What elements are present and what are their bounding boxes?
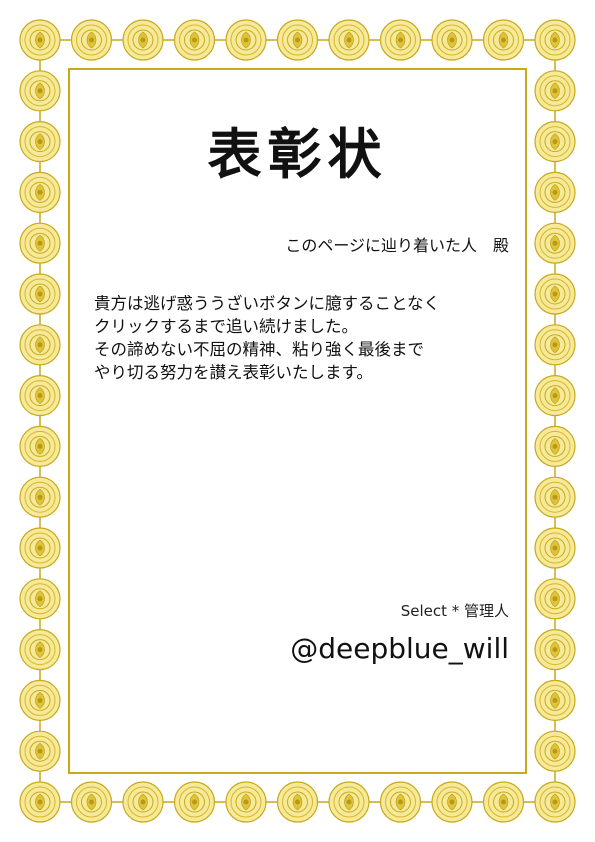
border-ornament [19,70,61,112]
border-ornament [70,781,113,823]
border-ornament [19,527,61,569]
border-ornament [19,324,61,366]
border-ornament [431,19,473,61]
border-ornament [328,19,370,61]
border-ornament [328,781,370,823]
body-line: やり切る努力を讃え表彰いたします。 [94,363,373,382]
body-line: クリックするまで追い続けました。 [94,317,358,336]
border-ornament [19,781,61,823]
border-ornament [534,730,576,772]
signer-handle: @deepblue_will [290,632,509,665]
border-ornament [379,781,422,823]
border-ornament [19,19,61,61]
border-ornament [276,781,319,823]
body-line: その諦めない不屈の精神、粘り強く最後まで [94,340,424,359]
border-ornament [534,324,576,366]
border-ornament [173,19,216,61]
border-ornament [379,19,422,61]
border-ornament [534,273,576,315]
border-ornament [19,730,61,772]
certificate: 表彰状 このページに辿り着いた人 殿 貴方は逃げ惑ううざいボタンに臆することなく… [0,0,595,842]
border-ornament [534,578,576,620]
border-ornament [482,19,525,61]
recipient-line: このページに辿り着いた人 殿 [285,236,509,255]
body-line: 貴方は逃げ惑ううざいボタンに臆することなく [94,294,441,313]
border-ornament [19,273,61,315]
signer-role: Select * 管理人 [400,602,509,620]
border-ornament [534,476,576,518]
border-ornament [122,781,164,823]
border-ornament [19,476,61,518]
certificate-body: 貴方は逃げ惑ううざいボタンに臆することなく クリックするまで追い続けました。 そ… [94,292,514,384]
certificate-title: 表彰状 [207,122,388,186]
border-ornament [534,70,576,112]
border-ornament [534,19,576,61]
border-ornament [225,19,267,61]
border-ornament [122,19,164,61]
border-ornament [19,679,61,722]
border-ornament [225,781,267,823]
border-ornament [534,781,576,823]
border-ornament [19,628,61,671]
border-ornament [482,781,525,823]
border-ornament [70,19,113,61]
border-ornament [431,781,473,823]
border-ornament [19,222,61,264]
border-ornament [534,527,576,569]
border-ornament [534,222,576,264]
border-ornament [19,578,61,620]
border-ornament [534,375,576,417]
border-ornament [534,425,576,467]
border-ornament [276,19,319,61]
border-ornament [19,425,61,467]
border-ornament [534,679,576,722]
border-ornament [534,628,576,671]
border-ornament [173,781,216,823]
border-ornament [19,375,61,417]
